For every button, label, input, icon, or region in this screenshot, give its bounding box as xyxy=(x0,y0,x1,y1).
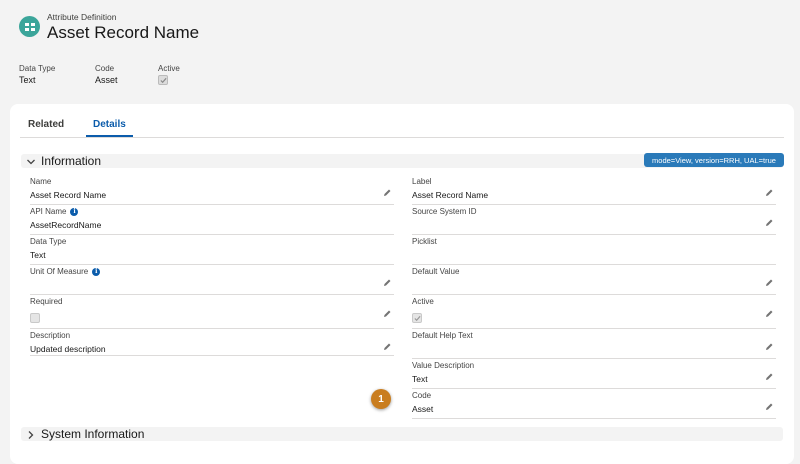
field-label: Name xyxy=(30,177,52,186)
step-marker: 1 xyxy=(371,389,391,409)
highlight-active-checkbox xyxy=(158,75,168,85)
field-active: Active xyxy=(412,295,776,329)
field-value: Text xyxy=(412,374,428,384)
record-header: Attribute Definition Asset Record Name D… xyxy=(0,0,800,100)
field-label: Required xyxy=(30,297,63,306)
highlight-code-value: Asset xyxy=(95,75,118,85)
field-label: Code xyxy=(412,391,432,400)
field-label: Data Type xyxy=(30,237,67,246)
tab-bar: Related Details xyxy=(20,113,784,138)
field-label: Default Value xyxy=(412,267,460,276)
chevron-down-icon[interactable] xyxy=(26,157,36,167)
active-tab-indicator xyxy=(86,135,133,137)
attribute-definition-icon xyxy=(19,16,40,37)
field-label-text: API Name xyxy=(30,207,67,216)
field-unit-of-measure: Unit Of Measure i xyxy=(30,265,394,295)
highlight-data-type-label: Data Type xyxy=(19,64,56,73)
field-label: Default Help Text xyxy=(412,331,473,340)
field-label: Label xyxy=(412,177,432,186)
field-value: Asset Record Name xyxy=(412,190,489,200)
field-default-value: Default Value xyxy=(412,265,776,295)
field-label-text: Unit Of Measure xyxy=(30,267,89,276)
info-icon[interactable]: i xyxy=(92,267,101,276)
pencil-icon[interactable] xyxy=(764,188,774,198)
field-label: Value Description xyxy=(412,361,475,370)
active-checkbox xyxy=(412,313,422,323)
field-label: Picklist xyxy=(412,237,437,246)
highlight-data-type-value: Text xyxy=(19,75,36,85)
view-mode-badge: mode=View, version=RRH, UAL=true xyxy=(644,153,784,167)
pencil-icon[interactable] xyxy=(382,342,392,352)
pencil-icon[interactable] xyxy=(382,278,392,288)
pencil-icon[interactable] xyxy=(764,218,774,228)
field-source-system-id: Source System ID xyxy=(412,205,776,235)
field-label-attr: Label Asset Record Name xyxy=(412,175,776,205)
check-icon xyxy=(413,315,421,321)
pencil-icon[interactable] xyxy=(764,278,774,288)
pencil-icon[interactable] xyxy=(382,309,392,319)
system-information-section-title: System Information xyxy=(41,427,145,441)
info-icon[interactable]: i xyxy=(70,207,79,216)
page-title: Asset Record Name xyxy=(47,23,200,42)
pencil-icon[interactable] xyxy=(764,372,774,382)
field-default-help-text: Default Help Text xyxy=(412,329,776,359)
field-value: Text xyxy=(30,250,46,260)
field-required: Required xyxy=(30,295,394,329)
field-value: Updated description xyxy=(30,344,106,354)
field-picklist: Picklist xyxy=(412,235,776,265)
field-value: Asset Record Name xyxy=(30,190,107,200)
pencil-icon[interactable] xyxy=(764,309,774,319)
tab-details[interactable]: Details xyxy=(93,119,126,130)
highlight-active-label: Active xyxy=(158,64,180,73)
pencil-icon[interactable] xyxy=(382,188,392,198)
field-label: Unit Of Measure i xyxy=(30,267,101,276)
chevron-right-icon[interactable] xyxy=(26,430,36,440)
field-data-type: Data Type Text xyxy=(30,235,394,265)
field-value: Asset xyxy=(412,404,434,414)
field-value-description: Value Description Text xyxy=(412,359,776,389)
field-code: Code Asset xyxy=(412,389,776,419)
field-name: Name Asset Record Name xyxy=(30,175,394,205)
field-description: Description Updated description xyxy=(30,329,394,356)
tab-related[interactable]: Related xyxy=(28,119,64,130)
object-type-label: Attribute Definition xyxy=(47,12,117,22)
required-checkbox xyxy=(30,313,40,323)
field-api-name: API Name i AssetRecordName xyxy=(30,205,394,235)
pencil-icon[interactable] xyxy=(764,402,774,412)
field-label: API Name i xyxy=(30,207,79,216)
field-label: Source System ID xyxy=(412,207,477,216)
check-icon xyxy=(159,77,167,83)
field-label: Active xyxy=(412,297,434,306)
field-label: Description xyxy=(30,331,71,340)
highlight-code-label: Code xyxy=(95,64,115,73)
field-value: AssetRecordName xyxy=(30,220,102,230)
pencil-icon[interactable] xyxy=(764,342,774,352)
information-section-title: Information xyxy=(41,154,102,168)
